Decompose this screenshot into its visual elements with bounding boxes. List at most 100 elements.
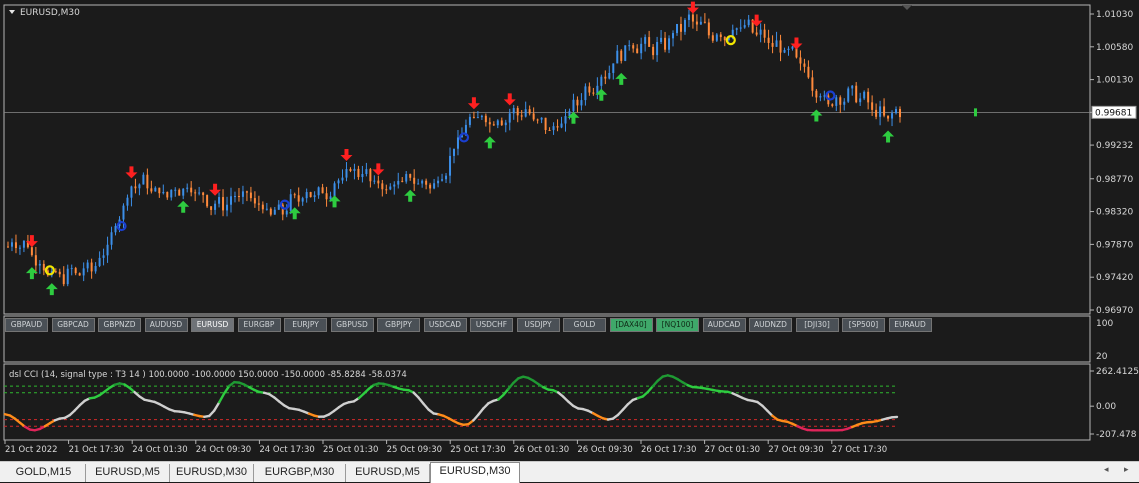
symbol-button-usdchf[interactable]: USDCHF <box>470 318 513 332</box>
candle-body <box>533 113 535 119</box>
candle-body <box>772 43 774 47</box>
candle-body <box>505 123 507 126</box>
candle-body <box>385 189 387 190</box>
symbol-button-audusd[interactable]: AUDUSD <box>145 318 188 332</box>
candle-body <box>720 34 722 37</box>
candle-body <box>290 194 292 210</box>
chart-tab-1[interactable]: EURUSD,M5 <box>86 464 170 482</box>
candle-body <box>457 137 459 148</box>
indicator-axis-label: -207.478 <box>1096 430 1137 440</box>
candle-body <box>146 175 148 189</box>
price-axis-label: 0.97870 <box>1096 240 1133 250</box>
candle-body <box>170 190 172 198</box>
candle-body <box>405 174 407 182</box>
candle-body <box>803 64 805 67</box>
candle-body <box>357 169 359 177</box>
candle-body <box>401 181 403 182</box>
candle-body <box>353 169 355 171</box>
candle-body <box>246 191 248 192</box>
candle-body <box>345 169 347 178</box>
candle-body <box>441 179 443 181</box>
candle-body <box>473 117 475 118</box>
candle-body <box>541 118 543 120</box>
candle-body <box>485 116 487 122</box>
candle-body <box>517 108 519 115</box>
candle-body <box>684 20 686 32</box>
candle-body <box>656 42 658 55</box>
symbol-button-usdcad[interactable]: USDCAD <box>424 318 467 332</box>
time-axis-label: 21 Oct 17:30 <box>69 445 124 455</box>
chart-tab-4[interactable]: EURUSD,M5 <box>346 464 430 482</box>
candle-body <box>103 255 105 258</box>
candle-body <box>744 25 746 27</box>
tab-scroll-left-icon[interactable]: ◂ <box>1104 465 1109 475</box>
time-axis-label: 26 Oct 01:30 <box>514 445 569 455</box>
candle-body <box>831 104 833 106</box>
candle-body <box>879 106 881 116</box>
candle-body <box>692 15 694 22</box>
candle-body <box>696 22 698 25</box>
chart-tab-3[interactable]: EURGBP,M30 <box>254 464 346 482</box>
indicator-axis-label: 0.00 <box>1096 402 1116 412</box>
indicator-axis-label: 262.4125 <box>1096 367 1139 377</box>
chart-canvas[interactable]: EURUSD,M301.010301.005801.001300.992320.… <box>0 0 1139 482</box>
candle-body <box>525 109 527 116</box>
candle-body <box>75 268 77 273</box>
candle-body <box>79 273 81 275</box>
symbol-button-gbpcad[interactable]: GBPCAD <box>52 318 95 332</box>
candle-body <box>238 196 240 197</box>
symbol-button-eurusd[interactable]: EURUSD <box>191 318 234 332</box>
arrow-up-icon <box>484 136 496 148</box>
symbol-button-dax40[interactable]: [DAX40] <box>610 318 653 332</box>
candle-body <box>867 92 869 103</box>
symbol-buttons-bar: GBPAUD GBPCADGBPNZD AUDUSDEURUSD EURGBPEURJ… <box>5 318 925 332</box>
candle-body <box>553 126 555 130</box>
candle-body <box>218 197 220 204</box>
symbol-button-eurjpy[interactable]: EURJPY <box>284 318 327 332</box>
symbol-button-euraud[interactable]: EURAUD <box>889 318 932 332</box>
candle-body <box>545 118 547 130</box>
symbol-button-gbpaud[interactable]: GBPAUD <box>5 318 48 332</box>
candle-body <box>477 117 479 118</box>
symbol-button-audcad[interactable]: AUDCAD <box>703 318 746 332</box>
symbol-button-gold[interactable]: GOLD <box>563 318 606 332</box>
candle-body <box>270 209 272 215</box>
symbol-button-gbpjpy[interactable]: GBPJPY <box>377 318 420 332</box>
candle-body <box>19 248 21 249</box>
candle-body <box>342 178 344 181</box>
candle-body <box>712 35 714 40</box>
candle-body <box>210 206 212 210</box>
symbol-button-usdjpy[interactable]: USDJPY <box>517 318 560 332</box>
symbol-button-dji30[interactable]: [DJI30] <box>796 318 839 332</box>
chart-tab-2[interactable]: EURUSD,M30 <box>170 464 254 482</box>
symbol-button-eurgbp[interactable]: EURGBP <box>238 318 281 332</box>
symbol-button-audnzd[interactable]: AUDNZD <box>749 318 792 332</box>
candle-body <box>748 20 750 26</box>
candle-body <box>521 115 523 116</box>
candle-body <box>429 185 431 189</box>
chart-tab-0[interactable]: GOLD,M15 <box>2 464 86 482</box>
time-axis-label: 27 Oct 01:30 <box>705 445 760 455</box>
symbol-button-gbpnzd[interactable]: GBPNZD <box>98 318 141 332</box>
candle-body <box>636 48 638 53</box>
tab-scroll-right-icon[interactable]: ▸ <box>1124 465 1129 475</box>
chevron-down-icon[interactable] <box>9 10 15 14</box>
price-axis-label: 1.00580 <box>1096 43 1133 53</box>
candle-body <box>537 119 539 120</box>
symbol-button-nq100[interactable]: [NQ100] <box>656 318 699 332</box>
cci-line-segment <box>224 386 229 393</box>
price-axis-label: 1.01030 <box>1096 10 1133 20</box>
candle-body <box>413 178 415 184</box>
candle-body <box>83 268 85 275</box>
symbol-button-sp500[interactable]: [SP500] <box>842 318 885 332</box>
candle-body <box>365 169 367 174</box>
chart-tab-5[interactable]: EURUSD,M30 <box>430 462 520 483</box>
candle-body <box>206 195 208 206</box>
price-axis-label: 0.96970 <box>1096 306 1133 316</box>
symbol-button-gbpusd[interactable]: GBPUSD <box>331 318 374 332</box>
candle-body <box>780 40 782 52</box>
candle-body <box>632 45 634 48</box>
candle-body <box>835 97 837 106</box>
candle-body <box>107 245 109 256</box>
candle-body <box>672 33 674 38</box>
